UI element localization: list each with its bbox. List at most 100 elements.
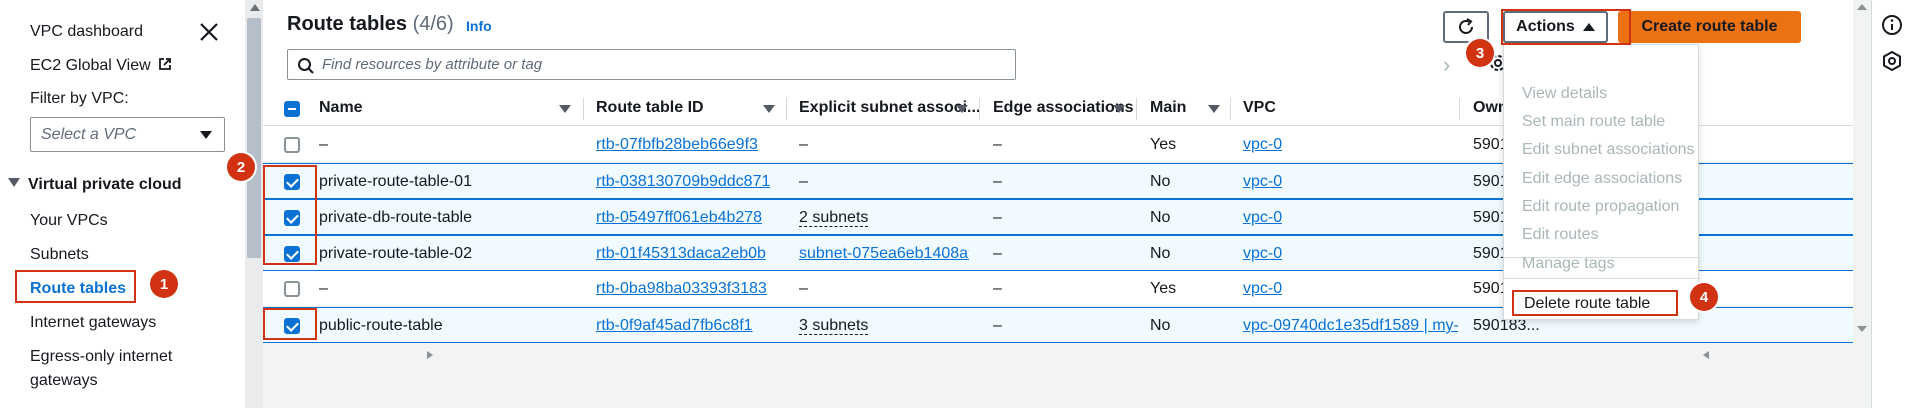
search-input[interactable]: Find resources by attribute or tag: [287, 49, 1016, 80]
cell-main: No: [1150, 245, 1171, 262]
scroll-down-arrow-icon[interactable]: [1853, 322, 1871, 336]
select-placeholder: Select a VPC: [41, 126, 137, 143]
column-divider[interactable]: [1230, 98, 1231, 120]
row-checkbox[interactable]: [284, 137, 300, 153]
col-explicit-subnet[interactable]: Explicit subnet associ...: [799, 99, 980, 117]
cell-edge: –: [993, 173, 1002, 190]
sidebar-item-label-wrap[interactable]: gateways: [30, 372, 98, 390]
menu-item-edit-routes[interactable]: Edit routes: [1522, 226, 1598, 244]
annotation-box-route-tables: [15, 270, 136, 303]
sidebar-item-ec2-global-view[interactable]: EC2 Global View: [30, 57, 172, 75]
cell-edge: –: [993, 136, 1002, 153]
cell-vpc[interactable]: vpc-0: [1243, 173, 1282, 191]
select-all-checkbox[interactable]: [284, 101, 300, 117]
sidebar-item-internet-gateways[interactable]: Internet gateways: [30, 314, 156, 332]
column-divider[interactable]: [979, 98, 980, 120]
cell-main: Yes: [1150, 136, 1177, 153]
sort-icon[interactable]: [1113, 105, 1125, 113]
cell-subnet[interactable]: 2 subnets: [799, 209, 869, 227]
menu-item-edit-edge-associations[interactable]: Edit edge associations: [1522, 170, 1682, 188]
sort-icon[interactable]: [763, 105, 775, 113]
menu-item-edit-subnet-associations[interactable]: Edit subnet associations: [1522, 141, 1695, 159]
sort-icon[interactable]: [956, 105, 968, 113]
sidebar-item-subnets[interactable]: Subnets: [30, 246, 89, 264]
annotation-box-actions: [1501, 9, 1631, 45]
col-main[interactable]: Main: [1150, 99, 1186, 117]
cell-subnet[interactable]: subnet-075ea6eb1408a9...: [799, 245, 969, 263]
row-checkbox[interactable]: [284, 281, 300, 297]
route-tables-panel: Route tables (4/6) Info Actions Create r…: [263, 0, 1871, 359]
cell-name: private-route-table-02: [319, 245, 472, 262]
caret-down-icon: [8, 178, 20, 187]
cell-edge: –: [993, 317, 1002, 334]
col-vpc[interactable]: VPC: [1243, 99, 1276, 117]
cell-name: public-route-table: [319, 317, 443, 334]
cell-main: No: [1150, 317, 1171, 334]
column-divider[interactable]: [583, 98, 584, 120]
column-divider[interactable]: [1459, 98, 1460, 120]
col-route-table-id[interactable]: Route table ID: [596, 99, 704, 117]
cell-route-table-id[interactable]: rtb-0f9af45ad7fb6c8f1: [596, 317, 753, 335]
cell-subnet[interactable]: 3 subnets: [799, 317, 869, 335]
title-text: Route tables: [287, 13, 408, 35]
sidebar-scrollbar-thumb[interactable]: [247, 18, 261, 258]
annotation-box-selected-rows: [263, 165, 317, 265]
hexagon-icon[interactable]: [1881, 50, 1903, 72]
step-badge: 3: [1466, 39, 1494, 67]
menu-item-delete-route-table[interactable]: Delete route table: [1512, 290, 1678, 316]
step-badge: 1: [150, 270, 178, 298]
vpc-filter-select[interactable]: Select a VPC: [30, 117, 225, 152]
sort-icon[interactable]: [559, 105, 571, 113]
sort-icon[interactable]: [1208, 105, 1220, 113]
cell-vpc[interactable]: vpc-0: [1243, 245, 1282, 263]
filter-label: Filter by VPC:: [30, 90, 129, 107]
info-circle-icon[interactable]: [1881, 14, 1903, 36]
cell-route-table-id[interactable]: rtb-0ba98ba03393f3183: [596, 280, 767, 298]
menu-item-edit-route-propagation[interactable]: Edit route propagation: [1522, 198, 1679, 216]
cell-main: Yes: [1150, 280, 1177, 297]
menu-item-manage-tags[interactable]: Manage tags: [1522, 255, 1615, 273]
search-placeholder: Find resources by attribute or tag: [322, 56, 543, 73]
column-divider[interactable]: [1136, 98, 1137, 120]
horizontal-scrollbar[interactable]: [263, 349, 1873, 361]
page-scrollbar[interactable]: [1853, 0, 1871, 340]
cell-edge: –: [993, 245, 1002, 262]
cell-route-table-id[interactable]: rtb-01f45313daca2eb0b: [596, 245, 766, 263]
cell-name: –: [319, 280, 328, 297]
cell-route-table-id[interactable]: rtb-05497ff061eb4b278: [596, 209, 762, 227]
cell-vpc[interactable]: vpc-09740dc1e35df1589 | my-...: [1243, 317, 1458, 335]
cell-edge: –: [993, 209, 1002, 226]
scroll-up-arrow-icon[interactable]: [250, 4, 260, 11]
info-link[interactable]: Info: [466, 18, 492, 34]
refresh-icon: [1459, 18, 1473, 34]
right-rail: [1871, 0, 1911, 408]
sidebar-item-your-vpcs[interactable]: Your VPCs: [30, 212, 108, 230]
sidebar-item-vpc-dashboard[interactable]: VPC dashboard: [30, 23, 143, 41]
caret-down-icon: [200, 131, 212, 139]
cell-subnet: –: [799, 280, 808, 297]
cell-route-table-id[interactable]: rtb-038130709b9ddc871: [596, 173, 770, 191]
selection-count: (4/6): [412, 13, 454, 35]
cell-name: private-route-table-01: [319, 173, 472, 190]
menu-item-view-details[interactable]: View details: [1522, 85, 1607, 103]
annotation-box-selected-row: [263, 308, 317, 340]
menu-divider: [1504, 278, 1700, 279]
scroll-up-arrow-icon[interactable]: [1853, 0, 1871, 14]
cell-vpc[interactable]: vpc-0: [1243, 209, 1282, 227]
section-virtual-private-cloud[interactable]: Virtual private cloud: [8, 176, 182, 194]
create-route-table-button[interactable]: Create route table: [1618, 11, 1801, 43]
cell-vpc[interactable]: vpc-0: [1243, 280, 1282, 298]
cell-route-table-id[interactable]: rtb-07fbfb28beb66e9f3: [596, 136, 758, 154]
cell-subnet: –: [799, 136, 808, 153]
column-divider[interactable]: [786, 98, 787, 120]
sidebar-item-label: EC2 Global View: [30, 57, 151, 74]
next-page-icon[interactable]: ›: [1443, 52, 1450, 78]
col-name[interactable]: Name: [319, 99, 363, 117]
cell-name: –: [319, 136, 328, 153]
sidebar-item-egress-only-internet-gateways[interactable]: Egress-only internet: [30, 348, 172, 366]
menu-item-set-main-route-table[interactable]: Set main route table: [1522, 113, 1665, 131]
close-icon[interactable]: [197, 20, 221, 44]
step-badge: 2: [227, 153, 255, 181]
cell-vpc[interactable]: vpc-0: [1243, 136, 1282, 154]
search-icon: [298, 58, 314, 74]
